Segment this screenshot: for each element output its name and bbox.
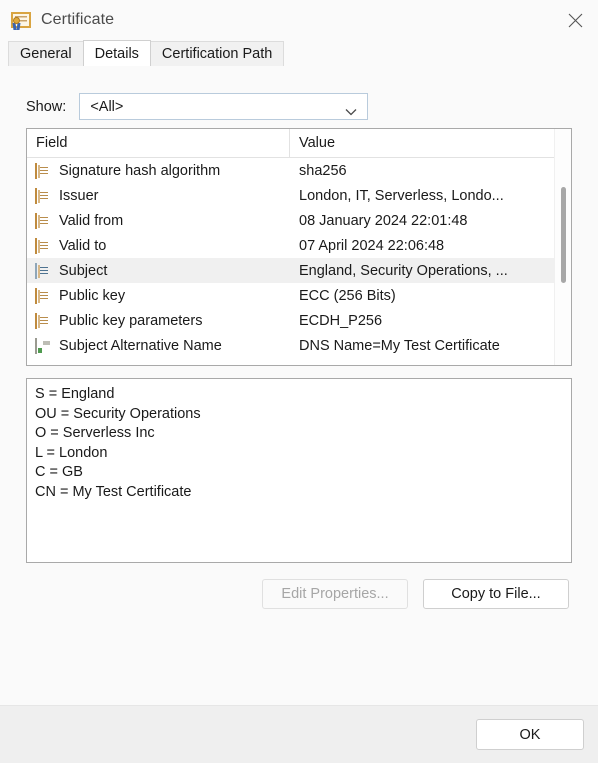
- column-header-value[interactable]: Value: [290, 129, 571, 158]
- table-row[interactable]: Subject Alternative Name DNS Name=My Tes…: [27, 333, 571, 358]
- row-value-cell: ECDH_P256: [299, 312, 383, 329]
- document-icon: [35, 237, 52, 254]
- row-field-cell: Subject Alternative Name: [27, 337, 290, 354]
- table-row[interactable]: Valid to 07 April 2024 22:06:48: [27, 233, 571, 258]
- row-field-cell: Valid to: [27, 237, 290, 254]
- row-value-cell: sha256: [299, 162, 347, 179]
- document-icon: [35, 287, 52, 304]
- row-value-cell: England, Security Operations, ...: [299, 262, 508, 279]
- row-value-cell: 08 January 2024 22:01:48: [299, 212, 468, 229]
- column-header-field[interactable]: Field: [27, 129, 290, 158]
- document-icon: [35, 187, 52, 204]
- detail-line: L = London: [35, 444, 108, 461]
- row-value-cell: 07 April 2024 22:06:48: [299, 237, 445, 254]
- edit-properties-button[interactable]: Edit Properties...: [262, 579, 408, 609]
- details-panel: Show: <All> Field Value Signature hash a…: [0, 66, 598, 705]
- show-label: Show:: [26, 98, 67, 115]
- row-field-label: Signature hash algorithm: [59, 162, 221, 179]
- row-field-cell: Subject: [27, 262, 290, 279]
- row-value-cell: DNS Name=My Test Certificate: [299, 337, 500, 354]
- tab-general[interactable]: General: [8, 41, 84, 66]
- certificate-icon: [10, 9, 32, 31]
- tab-details-label: Details: [94, 45, 139, 62]
- scrollbar-thumb[interactable]: [561, 187, 566, 283]
- row-field-cell: Public key parameters: [27, 312, 290, 329]
- title-bar: Certificate: [0, 0, 598, 40]
- tab-certification-path-label: Certification Path: [161, 46, 273, 62]
- ok-button[interactable]: OK: [476, 719, 584, 750]
- row-field-label: Public key parameters: [59, 312, 203, 329]
- document-icon: [35, 312, 52, 329]
- row-field-cell: Issuer: [27, 187, 290, 204]
- row-field-label: Public key: [59, 287, 126, 304]
- document-icon: [35, 212, 52, 229]
- show-filter-row: Show: <All>: [26, 93, 369, 120]
- table-row[interactable]: Public key ECC (256 Bits): [27, 283, 571, 308]
- detail-line: C = GB: [35, 464, 83, 480]
- table-row[interactable]: Signature hash algorithm sha256: [27, 158, 571, 183]
- copy-to-file-button[interactable]: Copy to File...: [423, 579, 569, 609]
- row-field-label: Valid from: [59, 212, 124, 229]
- detail-line: OU = Security Operations: [35, 405, 201, 422]
- window-title: Certificate: [41, 11, 115, 28]
- row-field-cell: Public key: [27, 287, 290, 304]
- table-row[interactable]: Public key parameters ECDH_P256: [27, 308, 571, 333]
- row-field-label: Subject: [59, 262, 108, 279]
- field-list-scrollbar[interactable]: [554, 129, 571, 365]
- chevron-down-icon: [345, 103, 357, 115]
- extension-icon: [35, 337, 52, 354]
- row-field-label: Valid to: [59, 237, 107, 254]
- document-icon: [35, 262, 52, 279]
- detail-line: O = Serverless Inc: [35, 425, 155, 441]
- tab-details[interactable]: Details: [82, 40, 151, 66]
- detail-line: S = England: [35, 386, 115, 402]
- field-detail-textbox[interactable]: S = England OU = Security Operations O =…: [26, 378, 572, 563]
- document-icon: [35, 162, 52, 179]
- row-field-label: Issuer: [59, 187, 99, 204]
- tab-certification-path[interactable]: Certification Path: [149, 41, 285, 66]
- row-field-cell: Signature hash algorithm: [27, 162, 290, 179]
- table-row-selected[interactable]: Subject England, Security Operations, ..…: [27, 258, 571, 283]
- detail-line: CN = My Test Certificate: [35, 483, 192, 500]
- list-header: Field Value: [27, 129, 571, 158]
- close-icon[interactable]: [552, 0, 598, 40]
- show-select-value: <All>: [90, 98, 124, 115]
- show-select[interactable]: <All>: [79, 93, 369, 120]
- row-value-cell: London, IT, Serverless, Londo...: [299, 187, 504, 204]
- tab-strip: General Details Certification Path: [0, 40, 598, 66]
- table-row[interactable]: Valid from 08 January 2024 22:01:48: [27, 208, 571, 233]
- dialog-footer: OK: [0, 705, 598, 763]
- tab-general-label: General: [20, 46, 72, 62]
- table-row[interactable]: Issuer London, IT, Serverless, Londo...: [27, 183, 571, 208]
- row-field-cell: Valid from: [27, 212, 290, 229]
- list-rows: Signature hash algorithm sha256 Issuer L…: [27, 158, 571, 358]
- action-button-row: Edit Properties... Copy to File...: [0, 579, 598, 609]
- certificate-dialog: Certificate General Details Certificatio…: [0, 0, 598, 763]
- row-field-label: Subject Alternative Name: [59, 337, 222, 354]
- row-value-cell: ECC (256 Bits): [299, 287, 396, 304]
- certificate-field-list[interactable]: Field Value Signature hash algorithm sha…: [26, 128, 572, 366]
